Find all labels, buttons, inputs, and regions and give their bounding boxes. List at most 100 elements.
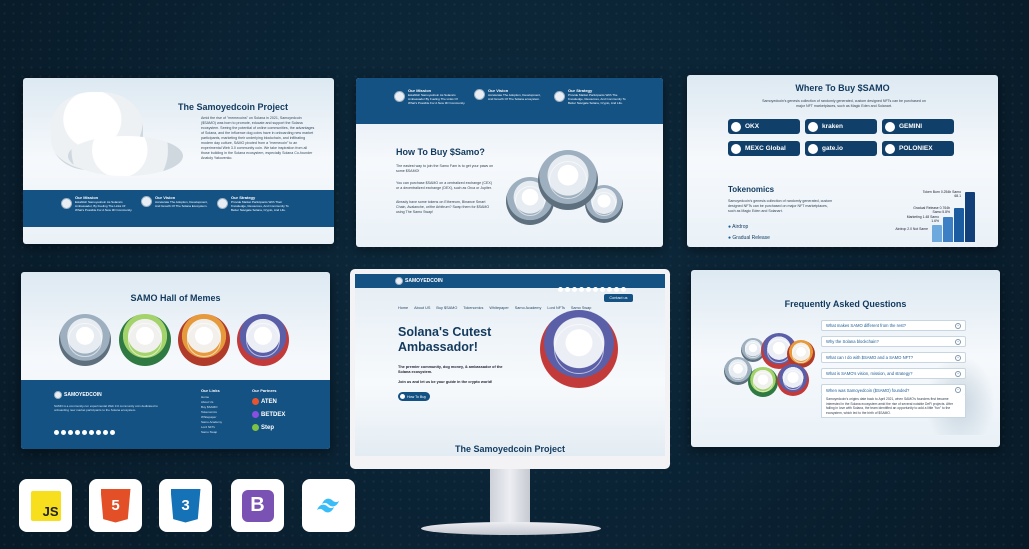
faq-coin: [777, 364, 809, 396]
exchange-poloniex[interactable]: POLONIEX: [882, 141, 954, 156]
tailwind-icon: [316, 498, 339, 512]
meme-coin-2[interactable]: [119, 314, 171, 366]
exchange-gemini[interactable]: GEMINI: [882, 119, 954, 134]
strategy-item: Our Strategy Provide Market Participants …: [217, 195, 295, 212]
vision-item-2: Our Vision Accelerate The Adoption, Devel…: [474, 88, 542, 101]
exchange-okx[interactable]: OKX: [728, 119, 800, 134]
samo-logo-icon: [395, 277, 403, 285]
html5-logo: 5: [89, 479, 142, 532]
meme-coin-4[interactable]: [237, 314, 289, 366]
partner-2[interactable]: BETDEX: [252, 411, 285, 418]
social-icon[interactable]: [89, 430, 94, 435]
partner-3[interactable]: Step: [252, 424, 274, 431]
html5-icon: 5: [100, 488, 131, 523]
how-to-buy-p3: Already have some tokens on Ethereum, Bi…: [396, 200, 490, 214]
tokenomics-bar-label: Token Burn 0.254b Samo 68.1: [922, 190, 961, 198]
nav-about[interactable]: About US: [414, 306, 430, 310]
exchange-label: POLONIEX: [899, 145, 933, 152]
vision-desc-2: Accelerate The Adoption, Development, An…: [488, 93, 541, 101]
tokenomics-bar: [965, 192, 975, 242]
faq-item-5[interactable]: When was Samoyedcoin ($SAMO) founded? −: [821, 384, 966, 395]
faq-item-1[interactable]: What makes SAMO different from the rest?…: [821, 320, 966, 331]
social-icon[interactable]: [572, 286, 577, 292]
meme-coin-1[interactable]: [59, 314, 111, 366]
social-icon[interactable]: [96, 430, 101, 435]
mission-bar: Our Mission Establish Samoyedcoin As Sola…: [23, 190, 334, 227]
social-icon[interactable]: [593, 286, 598, 292]
js-label: JS: [42, 503, 59, 519]
footer-link[interactable]: Samo Swap: [201, 430, 222, 435]
exchange-label: kraken: [822, 123, 843, 130]
monitor-screen: SAMOYEDCOIN Home About US Buy $SAMO Tokenom…: [355, 274, 665, 456]
gemini-icon: [885, 121, 895, 132]
nav-lord-nfts[interactable]: Lord NFTs: [547, 306, 565, 310]
section-title: The Samoyedcoin Project: [454, 444, 566, 454]
partner-1[interactable]: ATEN: [252, 398, 277, 405]
where-to-buy-title: Where To Buy $SAMO: [795, 83, 890, 93]
card1-body: Amid the rise of "memecoins" on Solana i…: [201, 116, 315, 160]
site-logo[interactable]: SAMOYEDCOIN: [395, 277, 443, 285]
card-hall-of-memes: SAMO Hall of Memes SAMOYEDCOIN SAMO is a…: [21, 272, 330, 449]
nav-home[interactable]: Home: [398, 306, 408, 310]
footer-logo[interactable]: SAMOYEDCOIN: [54, 391, 102, 399]
nav-buy[interactable]: Buy $SAMO: [436, 306, 457, 310]
samoyed-body: [68, 136, 183, 176]
social-icon[interactable]: [621, 286, 626, 292]
mission-item: Our Mission Establish Samoyedcoin As Sola…: [61, 195, 133, 212]
list-text: Gradual Release: [732, 235, 770, 241]
hall-title: SAMO Hall of Memes: [130, 293, 221, 303]
faq-question: What is SAMO's vision, mission, and stra…: [826, 371, 913, 376]
partner-label: Step: [261, 424, 275, 431]
nav-tokenomics[interactable]: Tokenomics: [463, 306, 483, 310]
social-icon[interactable]: [103, 430, 108, 435]
mexc-icon: [731, 143, 741, 154]
tokenomics-body: Samoyedcoin's genesis collection of rand…: [728, 199, 833, 213]
faq-item-2[interactable]: Why the Solana blockchain? +: [821, 336, 966, 347]
social-icon[interactable]: [110, 430, 115, 435]
exchange-kraken[interactable]: kraken: [805, 119, 877, 134]
social-icon[interactable]: [586, 286, 591, 292]
contact-button[interactable]: Contact us: [604, 294, 633, 302]
social-icon[interactable]: [75, 430, 80, 435]
social-icon[interactable]: [600, 286, 605, 292]
card-project: The Samoyedcoin Project Amid the rise of…: [23, 78, 334, 244]
mission-icon: [394, 91, 405, 102]
social-icon[interactable]: [61, 430, 66, 435]
site-topbar: SAMOYEDCOIN: [355, 274, 665, 292]
partners-title: Our Partners: [252, 388, 277, 393]
social-icon[interactable]: [579, 286, 584, 292]
list-text: Airdrop: [732, 224, 749, 230]
social-icon[interactable]: [607, 286, 612, 292]
how-to-buy-button[interactable]: How To Buy: [398, 392, 430, 401]
aten-icon: [252, 398, 259, 405]
social-icon[interactable]: [614, 286, 619, 292]
social-icon[interactable]: [68, 430, 73, 435]
meme-coin-3[interactable]: [178, 314, 230, 366]
mission-icon: [61, 198, 72, 209]
brand-name: SAMOYEDCOIN: [405, 278, 443, 284]
social-icon[interactable]: [565, 286, 570, 292]
nav-whitepaper[interactable]: Whitepaper: [489, 306, 508, 310]
strategy-desc-2: Provide Market Participants With The Kno…: [568, 93, 626, 105]
how-to-buy-p1: The easiest way to join the Samo Fam is …: [396, 164, 494, 173]
partner-label: ATEN: [261, 398, 277, 405]
social-icon[interactable]: [54, 430, 59, 435]
js-logo: JS: [19, 479, 72, 532]
exchange-gateio[interactable]: gate.io: [805, 141, 877, 156]
faq-question: Why the Solana blockchain?: [826, 339, 879, 344]
vision-icon: [474, 89, 485, 100]
faq-item-4[interactable]: What is SAMO's vision, mission, and stra…: [821, 368, 966, 379]
samo-logo-icon: [54, 391, 62, 399]
tokenomics-title: Tokenomics: [728, 185, 775, 194]
social-icon[interactable]: [558, 286, 563, 292]
faq-item-3[interactable]: What can I do with $SAMO and a SAMO NFT?…: [821, 352, 966, 363]
mission-desc: Establish Samoyedcoin As Solana's Ambass…: [75, 200, 133, 212]
mission-bar-2: Our Mission Establish Samoyedcoin As Sola…: [356, 78, 663, 124]
mission-desc-2: Establish Samoyedcoin As Solana's Ambass…: [408, 93, 466, 105]
footer-socials: [54, 422, 117, 440]
card-where-to-buy: Where To Buy $SAMO Samoyedcoin's genesis…: [687, 75, 998, 247]
exchange-mexc[interactable]: MEXC Global: [728, 141, 800, 156]
nav-academy[interactable]: Samo Academy: [515, 306, 542, 310]
social-icon[interactable]: [82, 430, 87, 435]
tokenomics-chart: Airdrop 2.0 Not Same Marketing 1.48 Samo …: [877, 180, 982, 242]
